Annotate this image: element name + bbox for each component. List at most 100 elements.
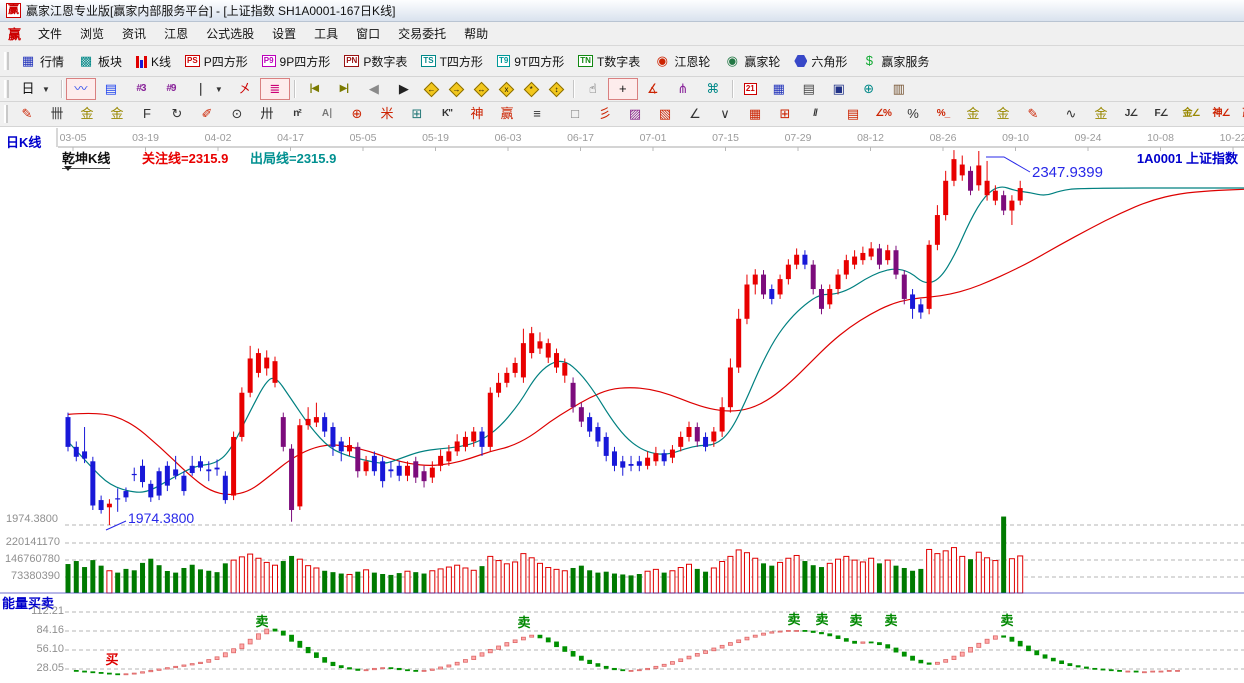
tool-percent-zone[interactable]: ∠% [868, 103, 898, 125]
tool-spiral[interactable]: ↻ [162, 103, 192, 125]
save-icon[interactable]: ▣ [824, 78, 854, 100]
tool-f-grid[interactable]: F [132, 103, 162, 125]
menu-item-0[interactable]: 文件 [29, 24, 71, 44]
tool-shen-angle[interactable]: 神∠ [1206, 103, 1236, 125]
step-forward-icon[interactable]: ▶ [389, 78, 419, 100]
tool-count-grid[interactable]: 卅 [252, 103, 282, 125]
menu-item-9[interactable]: 帮助 [455, 24, 497, 44]
calendar-icon[interactable]: 21 [737, 80, 764, 98]
calculator-icon[interactable]: ▦ [764, 78, 794, 100]
quotes-button[interactable]: ▦ 行情 [13, 50, 71, 73]
angle-measure-icon[interactable]: ∡ [638, 78, 668, 100]
tool-ying-angle[interactable]: 赢∠ [1236, 103, 1244, 125]
tool-percent[interactable]: % [898, 103, 928, 125]
tool-kline-mark[interactable]: K" [432, 103, 462, 125]
tool-gold-angle[interactable]: 金∠ [1176, 103, 1206, 125]
period-label[interactable]: 日K线 [6, 132, 41, 151]
winner-service-button[interactable]: $ 赢家服务 [854, 50, 936, 73]
p-number-table-button[interactable]: PN P数字表 [337, 50, 414, 73]
t-number-table-button[interactable]: TN T数字表 [571, 50, 647, 73]
menu-item-7[interactable]: 窗口 [347, 24, 389, 44]
winner-wheel-button[interactable]: ◉ 赢家轮 [717, 50, 787, 73]
toolbar-drag-handle[interactable] [4, 52, 9, 70]
tool-grid-arrow[interactable]: ⊞ [770, 103, 800, 125]
tool-ruler[interactable]: ≡ [522, 103, 552, 125]
toolbar-drag-handle[interactable] [4, 105, 8, 123]
tool-gold-circle[interactable]: 金 [958, 103, 988, 125]
note-panel-icon[interactable]: ▤ [96, 78, 126, 100]
tool-grid-red[interactable]: ▦ [740, 103, 770, 125]
gann-wheel-button[interactable]: ◉ 江恩轮 [647, 50, 717, 73]
tool-shen-grid[interactable]: 神 [462, 103, 492, 125]
sectors-button[interactable]: ▩ 板块 [71, 50, 129, 73]
tool-red-pen[interactable]: ✐ [192, 103, 222, 125]
pan-hand-icon[interactable]: ☝ [578, 78, 608, 100]
tool-box-diagonal[interactable]: ▧ [650, 103, 680, 125]
tool-f-angle[interactable]: F∠ [1146, 103, 1176, 125]
step-back-icon[interactable]: ◀ [359, 78, 389, 100]
web-update-icon[interactable]: ⊕ [854, 78, 884, 100]
diamond-expand-icon[interactable]: ↔ [469, 81, 494, 98]
diamond-vertical-icon[interactable]: ↕ [544, 81, 569, 98]
crosshair-icon[interactable]: + [607, 78, 638, 100]
tool-gold-grid-2[interactable]: 金 [102, 103, 132, 125]
tool-percent-line[interactable]: %_ [928, 103, 958, 125]
tool-time-grid[interactable]: 卌 [42, 103, 72, 125]
tool-mirror-line[interactable]: A∣ [312, 103, 342, 125]
nine-t-square-button[interactable]: T9 9T四方形 [490, 50, 571, 73]
t-square-button[interactable]: TS T四方形 [414, 50, 490, 73]
kline-button[interactable]: K线 [129, 50, 178, 73]
tool-box[interactable]: □ [560, 103, 590, 125]
menu-item-1[interactable]: 浏览 [71, 24, 113, 44]
model-dropdown-icon[interactable] [64, 166, 72, 171]
menu-item-6[interactable]: 工具 [305, 24, 347, 44]
bars-9-icon[interactable]: #9 [156, 78, 186, 100]
gann-tool-icon[interactable]: ⋔ [668, 78, 698, 100]
tool-gold-grid-1[interactable]: 金 [72, 103, 102, 125]
scribble-line-icon[interactable]: 〰 [65, 78, 96, 100]
first-page-icon[interactable]: |◀ [299, 78, 329, 100]
tool-wave[interactable]: ∿ [1056, 103, 1086, 125]
nine-p-square-button[interactable]: P9 9P四方形 [255, 50, 337, 73]
tool-parallel-lines[interactable]: // [800, 103, 830, 125]
tool-zigzag[interactable]: ∨ [710, 103, 740, 125]
diamond-right-icon[interactable]: → [444, 81, 469, 98]
tool-j-angle[interactable]: J∠ [1116, 103, 1146, 125]
chart-area[interactable]: 03-05 03-19 04-02 04-17 05-05 05-19 06-03 06-17… [0, 127, 1244, 683]
volume-profile-icon[interactable]: ≣ [259, 78, 290, 100]
tool-ying-grid[interactable]: 赢 [492, 103, 522, 125]
bars-3-icon[interactable]: #3 [126, 78, 156, 100]
menu-item-5[interactable]: 设置 [263, 24, 305, 44]
menu-item-8[interactable]: 交易委托 [389, 24, 455, 44]
menu-item-2[interactable]: 资讯 [113, 24, 155, 44]
tool-circle-cross[interactable]: ⊕ [342, 103, 372, 125]
menu-item-4[interactable]: 公式选股 [197, 24, 263, 44]
diamond-star-icon[interactable]: * [519, 81, 544, 98]
candle-style-selector[interactable]: ∣ ▼ [186, 78, 230, 100]
hexagon-button[interactable]: 六角形 [787, 50, 854, 73]
tool-rays[interactable]: 彡 [590, 103, 620, 125]
toolbar-drag-handle[interactable] [4, 80, 9, 98]
tool-square-grid[interactable]: ⊞ [402, 103, 432, 125]
p-square-button[interactable]: PS P四方形 [178, 50, 255, 73]
diamond-cross-icon[interactable]: x [494, 81, 519, 98]
tool-star-grid[interactable]: 米 [372, 103, 402, 125]
diamond-left-icon[interactable]: ← [419, 81, 444, 98]
period-selector[interactable]: 日 ▼ [13, 78, 57, 100]
tool-time-circle[interactable]: ⊙ [222, 103, 252, 125]
tool-angle-lines[interactable]: ∠ [680, 103, 710, 125]
notes-icon[interactable]: ▤ [794, 78, 824, 100]
tool-box-rays[interactable]: ▨ [620, 103, 650, 125]
pattern-mark-icon[interactable]: 㐅 [230, 78, 260, 100]
tool-brush[interactable]: ✎ [1018, 103, 1048, 125]
kline-chart-canvas[interactable]: 03-05 03-19 04-02 04-17 05-05 05-19 06-03 06-17… [0, 127, 1244, 683]
menu-item-3[interactable]: 江恩 [155, 24, 197, 44]
last-page-icon[interactable]: ▶| [329, 78, 359, 100]
maze-tool-icon[interactable]: ⌘ [698, 78, 728, 100]
tool-trend-pen[interactable]: ✎ [12, 103, 42, 125]
tool-gold-channel[interactable]: 金 [1086, 103, 1116, 125]
tool-fib-levels[interactable]: ▤ [838, 103, 868, 125]
tool-gold-line[interactable]: 金 [988, 103, 1018, 125]
workstation-icon[interactable]: ▥ [884, 78, 914, 100]
tool-n-square[interactable]: n² [282, 103, 312, 125]
